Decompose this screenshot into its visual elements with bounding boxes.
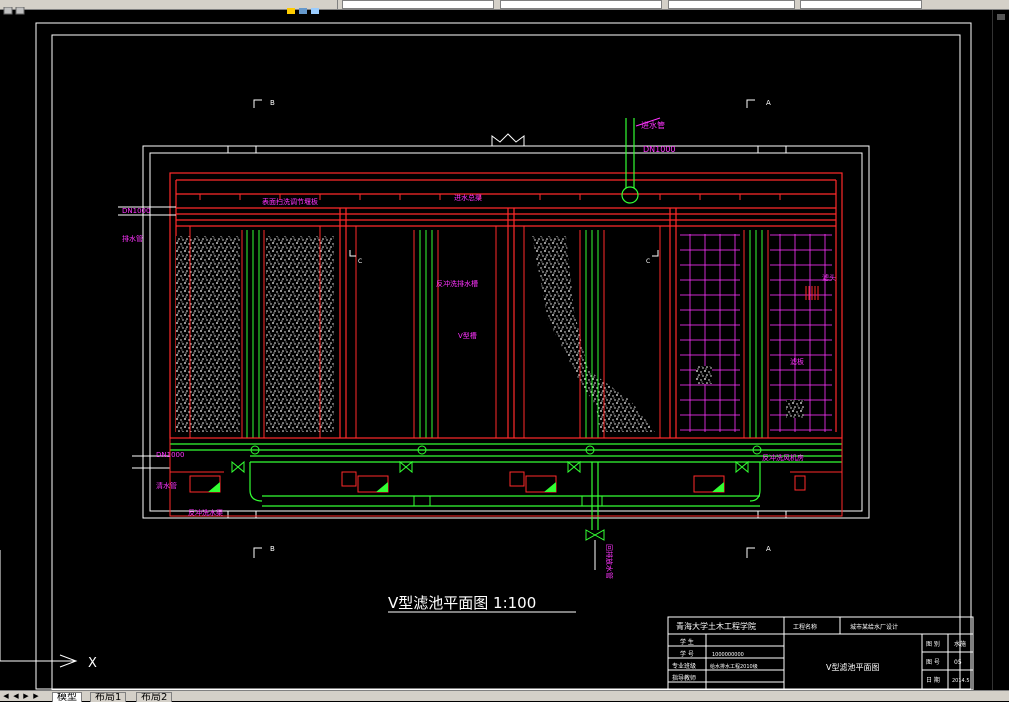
cell1-troughs	[246, 230, 260, 438]
gravel-bed-3	[532, 236, 655, 432]
label-inlet-channel: 进水总渠	[454, 193, 482, 202]
label-backwash-channel: 反冲洗水渠	[188, 508, 223, 517]
filter-plate-gravel-a	[696, 366, 712, 384]
title-block: 青海大学土木工程学院 工程名称 城市某给水厂设计 V型滤池平面图 学 生 学 号…	[667, 616, 974, 691]
label-left-dn: DN1000	[122, 207, 150, 215]
tab-model[interactable]: 模型	[52, 692, 82, 702]
tb-right-label-0: 图 别	[926, 640, 940, 648]
filter-plate-grid-a	[680, 234, 740, 432]
section-label-b-top: B	[270, 99, 275, 107]
label-clear-pipe: 清水管	[156, 481, 177, 490]
tb-row-label-1: 学 号	[680, 650, 694, 658]
label-drain-pipe: 排水管	[122, 234, 143, 243]
label-filter-plate: 滤板	[790, 357, 804, 366]
prev-tab-icon[interactable]: ◀	[12, 692, 20, 700]
ucs-icon	[0, 550, 78, 668]
tb-school: 青海大学土木工程学院	[676, 621, 756, 631]
layer-dropdown[interactable]	[342, 0, 494, 9]
tb-row-label-2: 专业班级	[672, 662, 696, 670]
layer-icon[interactable]	[285, 0, 335, 14]
tb-drawing-name: V型滤池平面图	[826, 662, 879, 672]
label-filter-head: 滤头	[822, 273, 836, 282]
toolbar	[0, 0, 1009, 15]
tab-layout2-label: 布局2	[141, 692, 168, 702]
section-mark-b-top	[253, 99, 262, 108]
cut-mark-c-left	[349, 250, 356, 257]
section-label-a-top: A	[766, 99, 771, 107]
tb-project-label: 工程名称	[793, 623, 817, 631]
tb-row-label-0: 学 生	[680, 638, 694, 646]
valves	[231, 445, 762, 541]
section-mark-b-bottom	[253, 547, 262, 558]
section-label-b-bottom: B	[270, 545, 275, 553]
last-tab-icon[interactable]: ▶	[32, 692, 40, 700]
label-v-trough: V型槽	[458, 331, 477, 340]
cut-label-c-right: C	[646, 258, 650, 265]
valve-pits	[189, 471, 806, 493]
drawing-canvas[interactable]: B A B A C C 进水管 DN1000 表面扫洗调节堰板 进水总渠 DN1…	[0, 10, 993, 691]
tb-right-value-2: 2014.5	[952, 678, 970, 684]
tab-model-label: 模型	[57, 692, 77, 702]
clear-water-pipes	[170, 443, 842, 530]
tab-layout1[interactable]: 布局1	[90, 692, 127, 702]
filter-plate-gravel-b	[786, 400, 804, 418]
label-backwash-trough: 反冲洗排水槽	[436, 279, 478, 288]
gravel-bed-1a	[176, 236, 240, 432]
cut-label-c-left: C	[358, 258, 362, 265]
label-inlet-dn: DN1000	[643, 145, 676, 154]
section-mark-a-bottom	[746, 547, 755, 558]
color-dropdown[interactable]	[500, 0, 662, 9]
first-tab-icon[interactable]: ◀	[2, 692, 10, 700]
toolbar-separator	[337, 0, 338, 9]
gravel-bed-1b	[266, 236, 334, 432]
tb-row-value-2: 给水排水工程2010级	[710, 663, 758, 670]
layout-tabs-bar: ◀ ◀ ▶ ▶ 模型 布局1 布局2	[0, 690, 1009, 702]
tb-right-label-1: 图 号	[926, 659, 940, 666]
tab-layout2[interactable]: 布局2	[136, 692, 173, 702]
inlet-pipe	[621, 118, 639, 204]
label-bottom-dn: DN1000	[156, 451, 184, 459]
label-outlet: 回排放水管	[605, 544, 614, 579]
section-mark-a-top	[746, 99, 755, 108]
tb-right-value-0: 水施	[954, 640, 966, 648]
tab-layout1-label: 布局1	[95, 692, 122, 702]
lineweight-dropdown[interactable]	[800, 0, 922, 9]
toolbar-icons[interactable]	[2, 0, 72, 15]
tb-row-value-1: 1000000000	[712, 652, 744, 658]
label-air-header: 反冲洗风机房	[762, 453, 804, 462]
section-label-a-bottom: A	[766, 545, 771, 553]
drawing-title: V型滤池平面图 1:100	[388, 594, 536, 612]
ucs-x-label: X	[88, 656, 97, 671]
cad-drawing: B A B A C C 进水管 DN1000 表面扫洗调节堰板 进水总渠 DN1…	[0, 22, 974, 691]
label-weir: 表面扫洗调节堰板	[262, 197, 318, 206]
linetype-dropdown[interactable]	[668, 0, 795, 9]
label-inlet-pipe: 进水管	[641, 120, 665, 130]
tb-right-value-1: 05	[954, 659, 962, 666]
cell4-troughs	[743, 230, 769, 438]
outer-wall	[142, 133, 870, 519]
cut-mark-c-right	[652, 250, 659, 257]
scrollbar-thumb[interactable]	[997, 14, 1005, 20]
tb-row-label-3: 指导教师	[672, 674, 696, 682]
vertical-scrollbar[interactable]	[992, 10, 1009, 690]
next-tab-icon[interactable]: ▶	[22, 692, 30, 700]
tb-project-name: 城市某给水厂设计	[850, 623, 898, 631]
valve-pit-fills	[208, 482, 724, 492]
tb-right-label-2: 日 期	[926, 676, 940, 684]
